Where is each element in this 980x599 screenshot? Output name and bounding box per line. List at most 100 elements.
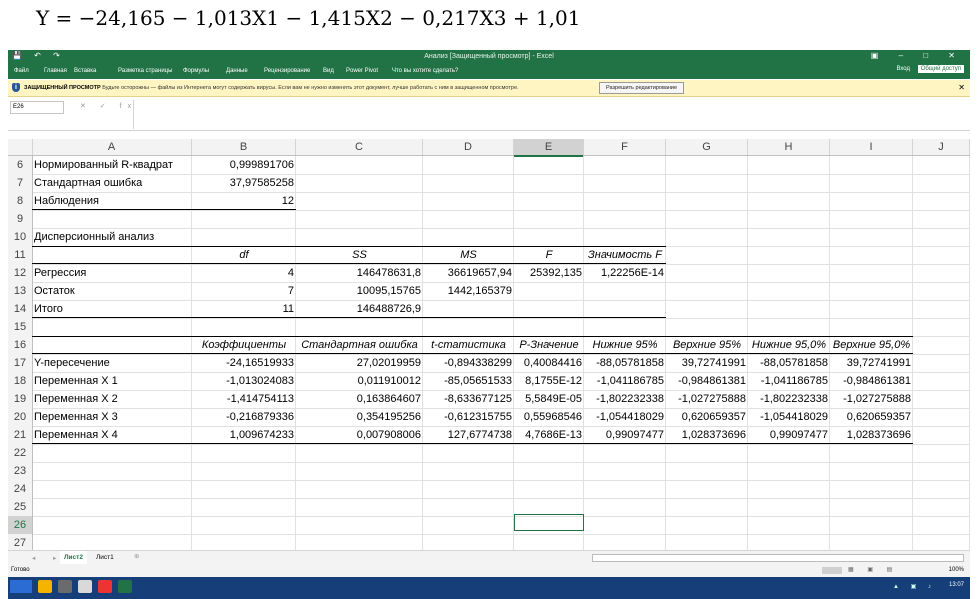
cell-e21[interactable]: 4,7686E-13 <box>514 426 584 444</box>
cell-e12[interactable]: 25392,135 <box>514 264 584 282</box>
column-header[interactable]: E <box>514 139 584 157</box>
row-header[interactable]: 25 <box>8 498 33 516</box>
cell-d11[interactable]: MS <box>423 246 514 264</box>
column-header[interactable]: J <box>913 139 970 155</box>
row-header[interactable]: 14 <box>8 300 33 318</box>
cell-g17[interactable]: 39,72741991 <box>666 354 748 372</box>
add-sheet-icon[interactable]: ⊕ <box>134 552 139 560</box>
cell-g16[interactable]: Верхние 95% <box>666 336 748 354</box>
cell-b8[interactable]: 12 <box>192 192 296 210</box>
cell-a18[interactable]: Переменная X 1 <box>32 372 192 390</box>
cell-b19[interactable]: -1,414754113 <box>192 390 296 408</box>
media-icon[interactable] <box>58 580 72 593</box>
column-header[interactable]: B <box>192 139 296 155</box>
cell-d18[interactable]: -85,05651533 <box>423 372 514 390</box>
formula-input[interactable] <box>133 100 970 129</box>
row-header[interactable]: 13 <box>8 282 33 300</box>
cell-i17[interactable]: 39,72741991 <box>830 354 913 372</box>
share-button[interactable]: Общий доступ <box>917 65 964 73</box>
ribbon-tab[interactable]: Power Pivot <box>346 68 378 74</box>
cell-a14[interactable]: Итого <box>32 300 192 318</box>
start-button[interactable] <box>10 580 32 593</box>
column-header[interactable]: C <box>296 139 423 155</box>
cell-c12[interactable]: 146478631,8 <box>296 264 423 282</box>
cell-c17[interactable]: 27,02019959 <box>296 354 423 372</box>
row-header[interactable]: 19 <box>8 390 33 408</box>
row-header[interactable]: 18 <box>8 372 33 390</box>
row-header[interactable]: 22 <box>8 444 33 462</box>
column-header[interactable]: G <box>666 139 748 155</box>
cell-i18[interactable]: -0,984861381 <box>830 372 913 390</box>
explorer-icon[interactable] <box>38 580 52 593</box>
cell-f18[interactable]: -1,041186785 <box>584 372 666 390</box>
selected-cell[interactable] <box>514 514 584 531</box>
ribbon-tab[interactable]: Файл <box>14 68 29 74</box>
cell-b18[interactable]: -1,013024083 <box>192 372 296 390</box>
enable-editing-button[interactable]: Разрешить редактирование <box>599 82 685 94</box>
excel-taskbar-icon[interactable] <box>118 580 132 593</box>
cell-f21[interactable]: 0,99097477 <box>584 426 666 444</box>
cell-a20[interactable]: Переменная X 3 <box>32 408 192 426</box>
zoom-level[interactable]: 100% <box>949 567 964 573</box>
cell-e11[interactable]: F <box>514 246 584 264</box>
ribbon-tab[interactable]: Вставка <box>74 68 96 74</box>
sheet-tab[interactable]: Лист1 <box>92 551 118 564</box>
cell-g21[interactable]: 1,028373696 <box>666 426 748 444</box>
cell-c16[interactable]: Стандартная ошибка <box>296 336 423 354</box>
column-header[interactable]: F <box>584 139 666 155</box>
signin-link[interactable]: Вход <box>896 66 910 72</box>
cell-d20[interactable]: -0,612315755 <box>423 408 514 426</box>
cell-e18[interactable]: 8,1755E-12 <box>514 372 584 390</box>
row-header[interactable]: 7 <box>8 174 33 192</box>
cell-f19[interactable]: -1,802232338 <box>584 390 666 408</box>
cell-h16[interactable]: Нижние 95,0% <box>748 336 830 354</box>
cell-b17[interactable]: -24,16519933 <box>192 354 296 372</box>
column-header[interactable]: D <box>423 139 514 155</box>
spreadsheet-grid[interactable]: 6 Нормированный R-квадрат 0,999891706 7 Стан… <box>8 156 970 553</box>
yandex-icon[interactable] <box>98 580 112 593</box>
window-controls[interactable]: ▣ – □ ✕ <box>871 51 964 60</box>
cell-h18[interactable]: -1,041186785 <box>748 372 830 390</box>
cell-c14[interactable]: 146488726,9 <box>296 300 423 318</box>
row-header[interactable]: 26 <box>8 516 33 534</box>
cell-a21[interactable]: Переменная X 4 <box>32 426 192 444</box>
zoom-slider[interactable] <box>822 567 842 574</box>
cell-h20[interactable]: -1,054418029 <box>748 408 830 426</box>
select-all-corner[interactable] <box>8 139 33 155</box>
row-header[interactable]: 6 <box>8 156 33 174</box>
cell-b11[interactable]: df <box>192 246 296 264</box>
cell-f17[interactable]: -88,05781858 <box>584 354 666 372</box>
row-header[interactable]: 12 <box>8 264 33 282</box>
cell-d16[interactable]: t-статистика <box>423 336 514 354</box>
row-header[interactable]: 10 <box>8 228 33 246</box>
cell-h21[interactable]: 0,99097477 <box>748 426 830 444</box>
cell-f20[interactable]: -1,054418029 <box>584 408 666 426</box>
cell-e16[interactable]: P-Значение <box>514 336 584 354</box>
name-box[interactable]: E26 <box>10 101 64 114</box>
cell-e19[interactable]: 5,5849E-05 <box>514 390 584 408</box>
row-header[interactable]: 21 <box>8 426 33 444</box>
row-header[interactable]: 11 <box>8 246 33 264</box>
cell-b7[interactable]: 37,97585258 <box>192 174 296 192</box>
row-header[interactable]: 8 <box>8 192 33 210</box>
cell-d13[interactable]: 1442,165379 <box>423 282 514 300</box>
cell-c13[interactable]: 10095,15765 <box>296 282 423 300</box>
cell-a8[interactable]: Наблюдения <box>32 192 192 210</box>
cell-b13[interactable]: 7 <box>192 282 296 300</box>
cell-c20[interactable]: 0,354195256 <box>296 408 423 426</box>
cell-e17[interactable]: 0,40084416 <box>514 354 584 372</box>
browser-icon[interactable] <box>78 580 92 593</box>
row-header[interactable]: 20 <box>8 408 33 426</box>
cell-b20[interactable]: -0,216879336 <box>192 408 296 426</box>
cell-a6[interactable]: Нормированный R-квадрат <box>32 156 192 174</box>
cell-i16[interactable]: Верхние 95,0% <box>830 336 913 354</box>
cell-e20[interactable]: 0,55968546 <box>514 408 584 426</box>
ribbon-tab[interactable]: Разметка страницы <box>118 68 172 74</box>
view-buttons[interactable]: ▦ ▣ ▤ <box>848 566 898 573</box>
row-header[interactable]: 24 <box>8 480 33 498</box>
cell-d19[interactable]: -8,633677125 <box>423 390 514 408</box>
cell-i19[interactable]: -1,027275888 <box>830 390 913 408</box>
cell-c11[interactable]: SS <box>296 246 423 264</box>
cell-f12[interactable]: 1,22256E-14 <box>584 264 666 282</box>
cell-a17[interactable]: Y-пересечение <box>32 354 192 372</box>
